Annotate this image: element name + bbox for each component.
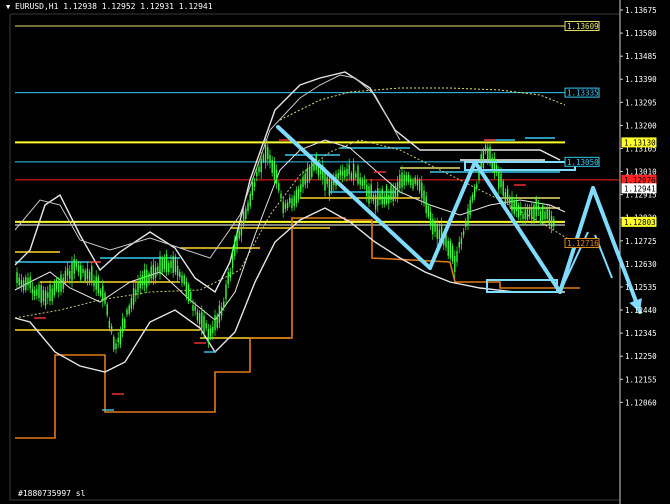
price-tick-label: 1.13675	[625, 6, 657, 15]
bollinger-middle-band	[14, 139, 566, 321]
level-price-label: 1.13130	[624, 138, 656, 147]
price-tick-label: 1.12250	[625, 352, 657, 361]
price-tick-label: 1.13200	[625, 121, 657, 130]
level-price-label: 1.12941	[624, 184, 656, 193]
trailing-stop-line	[15, 217, 580, 439]
level-price-label: 1.13050	[567, 158, 599, 167]
price-tick-label: 1.12535	[625, 283, 657, 292]
symbol-ohlc-title: EURUSD,H1 1.12938 1.12952 1.12931 1.1294…	[15, 2, 213, 11]
bollinger-lower-band	[14, 207, 565, 373]
price-tick-label: 1.13390	[625, 75, 657, 84]
level-price-label: 1.12803	[624, 218, 656, 227]
triangle-down-icon[interactable]: ▼	[6, 3, 10, 11]
price-tick-label: 1.12440	[625, 306, 657, 315]
price-tick-label: 1.12725	[625, 237, 657, 246]
price-chart[interactable]: 1.13675 1.13580 1.13485 1.13390 1.13295 1.132…	[0, 0, 670, 504]
level-price-label: 1.13609	[567, 22, 599, 31]
price-tick-label: 1.12060	[625, 398, 657, 407]
price-tick-label: 1.12345	[625, 329, 657, 338]
plot-border	[9, 13, 621, 501]
price-tick-label: 1.12630	[625, 260, 657, 269]
bollinger-upper-band	[14, 71, 561, 294]
price-tick-label: 1.13295	[625, 98, 657, 107]
level-price-label: 1.13335	[567, 89, 599, 98]
order-ticket-label: #1880735997 sl	[18, 489, 86, 498]
level-price-label: 1.12716	[567, 239, 599, 248]
price-tick-label: 1.12155	[625, 375, 657, 384]
chart-window[interactable]: 1.13675 1.13580 1.13485 1.13390 1.13295 1.132…	[0, 0, 670, 504]
price-tick-label: 1.13485	[625, 52, 657, 61]
projection-arrow-segment	[473, 160, 562, 294]
price-tick-label: 1.13580	[625, 29, 657, 38]
chart-header: ▼ EURUSD,H1 1.12938 1.12952 1.12931 1.12…	[6, 2, 213, 11]
